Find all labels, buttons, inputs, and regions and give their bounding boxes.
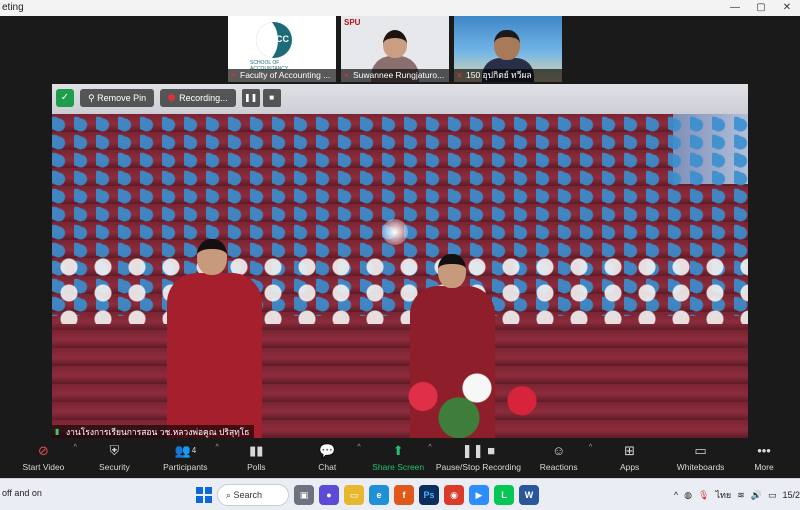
acc-logo: ACC [256,22,292,58]
mic-muted-icon: ✕ [456,71,463,80]
speaker-left [167,239,262,439]
participant-tile-suwannee[interactable]: SPU ✕ Suwannee Rungjaturo... [341,16,449,82]
participant-name: Suwannee Rungjaturo... [341,69,449,82]
chevron-up-icon[interactable]: ^ [674,490,678,500]
share-screen-icon: ⬆ [392,443,404,458]
chevron-up-icon[interactable]: ^ [428,444,431,451]
firefox-icon[interactable]: f [394,485,414,505]
participant-count: 4 [191,446,197,455]
audience-front-rows [52,254,748,324]
participant-video-head [494,30,520,60]
apps-icon: ⊞ [624,443,636,458]
remove-pin-button[interactable]: ⚲ Remove Pin [80,89,155,107]
signal-icon: ▮ [55,427,60,436]
chevron-up-icon[interactable]: ^ [74,444,77,451]
whiteboard-icon: ▭ [694,443,707,458]
chat-icon: 💬 [319,443,336,458]
task-view-icon[interactable]: ▣ [294,485,314,505]
participant-thumbnails: ACC SCHOOL OF ACCOUNTANCY ✕ Faculty of A… [228,16,562,84]
recording-indicator: Recording... [160,89,236,107]
participants-icon: 👥4 [174,443,197,458]
microphone-icon[interactable]: 🎙 [698,490,709,501]
file-explorer-icon[interactable]: ▭ [344,485,364,505]
stop-recording-button[interactable]: ■ [262,89,281,107]
taskbar-notification-text: off and on [2,488,42,498]
window-controls: — ▢ ✕ [722,0,800,16]
zoom-app-icon[interactable]: ▶ [469,485,489,505]
clock[interactable]: 15/2 [782,490,800,500]
photoshop-icon[interactable]: Ps [419,485,439,505]
participant-tile-150[interactable]: ✕ 150 อุปกิตย์ ทวีผล [454,16,562,82]
mic-muted-icon: ✕ [343,71,350,80]
chat-button[interactable]: 💬 ^ Chat [292,438,363,478]
meeting-toolbar: ⊘ ^ Start Video ⛨ Security 👥4 ^ Particip… [0,438,800,478]
word-app-icon[interactable]: W [519,485,539,505]
active-speaker-label: ▮ งานโรงการเรียนการสอน วช.หลวงพ่อคูณ ปริ… [52,425,254,439]
system-tray: ^ ◍ 🎙 ไทย ≋ 🔊 ▭ 15/2 [674,484,800,506]
pinned-video[interactable]: ✓ ⚲ Remove Pin Recording... ❚❚ ■ ▮ งานโร… [52,84,748,439]
edge-browser-icon[interactable]: e [369,485,389,505]
taskbar-apps: ⌕ Search ▣ ● ▭ e f Ps ◉ ▶ L W [196,482,539,508]
whiteboards-button[interactable]: ▭ Whiteboards [665,438,736,478]
taskbar-search[interactable]: ⌕ Search [217,484,289,506]
minimize-button[interactable]: — [722,0,748,16]
chevron-up-icon[interactable]: ^ [357,444,360,451]
battery-icon[interactable]: ▭ [768,490,777,501]
meet-app-icon[interactable]: ● [319,485,339,505]
pin-icon: ⚲ [88,93,98,103]
maximize-button[interactable]: ▢ [748,0,774,16]
windows-start-icon[interactable] [196,487,212,503]
start-video-button[interactable]: ⊘ ^ Start Video [8,438,79,478]
more-icon: ••• [757,443,771,458]
mic-muted-icon: ✕ [230,71,237,80]
share-screen-button[interactable]: ⬆ ^ Share Screen [363,438,434,478]
windows-taskbar: off and on ⌕ Search ▣ ● ▭ e f Ps ◉ ▶ L W… [0,478,800,510]
participants-button[interactable]: 👥4 ^ Participants [150,438,221,478]
stage-light [382,219,408,245]
reactions-button[interactable]: ☺ ^ Reactions [523,438,594,478]
flower-arrangement [387,354,567,439]
participant-tile-faculty[interactable]: ACC SCHOOL OF ACCOUNTANCY ✕ Faculty of A… [228,16,336,82]
video-off-icon: ⊘ [38,443,49,458]
more-button[interactable]: ••• More [736,438,792,478]
search-icon: ⌕ [226,490,234,500]
encryption-shield-icon[interactable]: ✓ [56,89,74,107]
chevron-up-icon[interactable]: ^ [216,444,219,451]
polls-icon: ▮▮ [249,443,264,458]
video-overlay-bar: ✓ ⚲ Remove Pin Recording... ❚❚ ■ [56,88,281,108]
pause-recording-button[interactable]: ❚❚ [241,89,260,107]
wifi-icon[interactable]: ≋ [737,490,745,501]
apps-button[interactable]: ⊞ Apps [594,438,665,478]
recording-icon: ❚❚ ■ [461,443,496,458]
polls-button[interactable]: ▮▮ Polls [221,438,292,478]
security-tray-icon[interactable]: ◍ [684,490,692,501]
line-app-icon[interactable]: L [494,485,514,505]
participant-name: Faculty of Accounting ... [228,69,336,82]
window-title: eting [2,2,24,13]
participant-video-head [383,30,407,58]
window-title-bar: eting — ▢ ✕ [0,0,800,16]
pause-stop-recording-button[interactable]: ❚❚ ■ Pause/Stop Recording [434,438,524,478]
reactions-icon: ☺ [552,443,566,458]
meeting-area: ACC SCHOOL OF ACCOUNTANCY ✕ Faculty of A… [0,16,800,439]
participant-name: 150 อุปกิตย์ ทวีผล [454,69,562,82]
recording-controls: ❚❚ ■ [241,89,281,107]
security-button[interactable]: ⛨ Security [79,438,150,478]
close-button[interactable]: ✕ [774,0,800,16]
chrome-icon[interactable]: ◉ [444,485,464,505]
volume-icon[interactable]: 🔊 [751,490,762,501]
chevron-up-icon[interactable]: ^ [589,444,592,451]
input-language[interactable]: ไทย [715,488,731,502]
spu-logo: SPU [344,18,361,27]
recording-dot-icon [168,94,176,101]
shield-icon: ⛨ [109,443,120,458]
